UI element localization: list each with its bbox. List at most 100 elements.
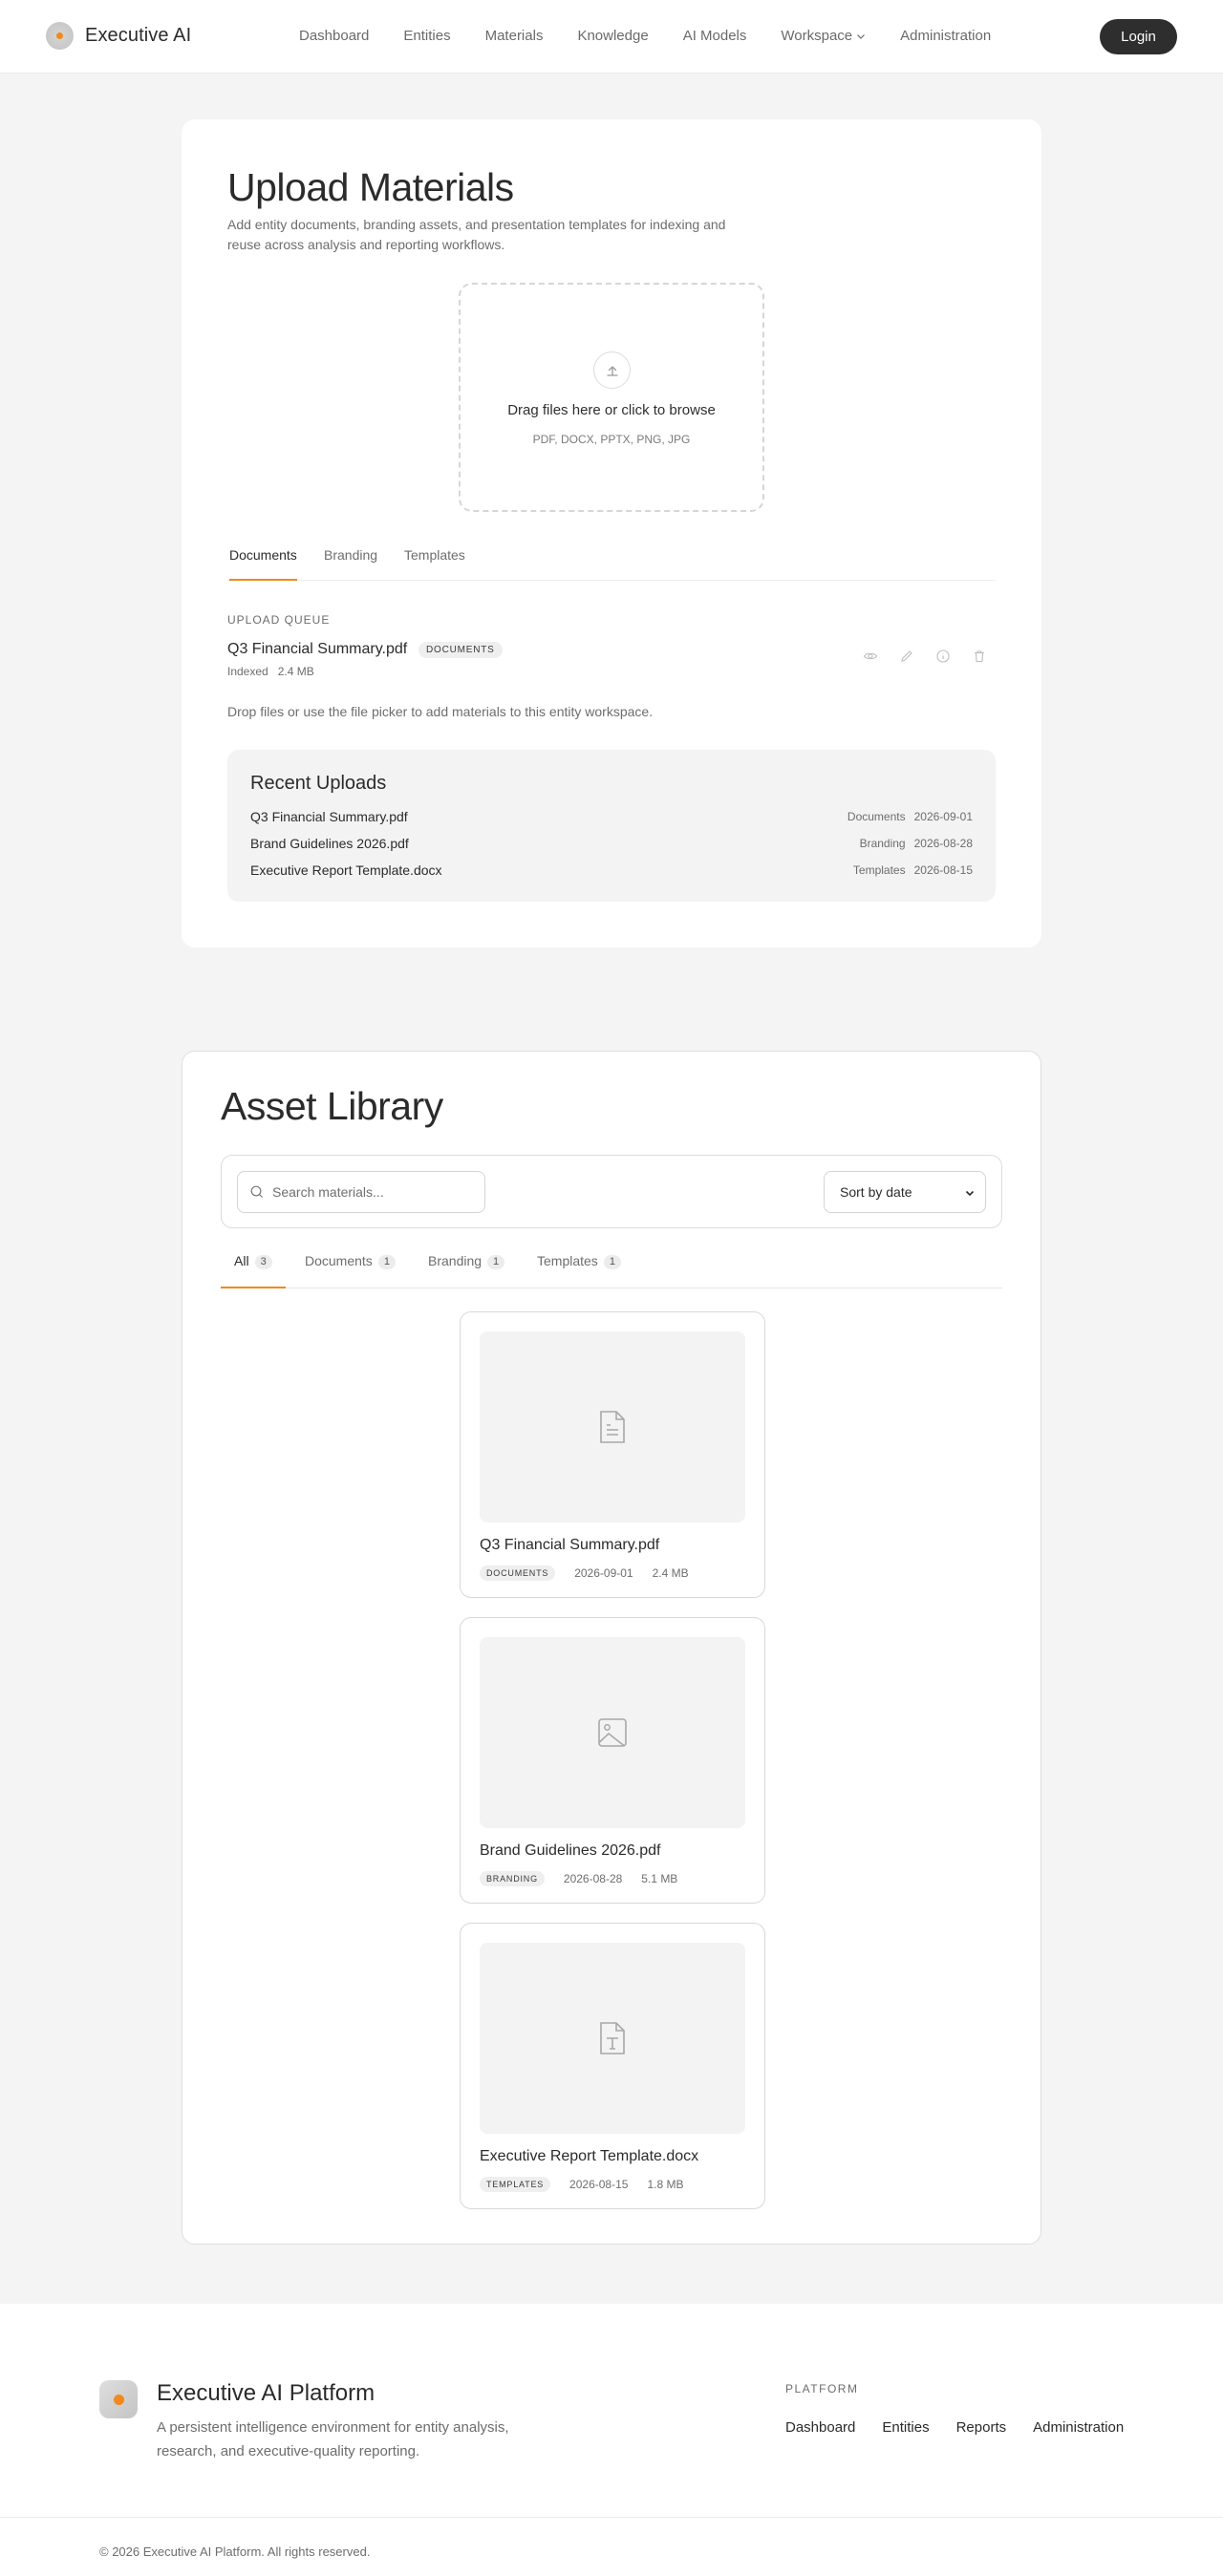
recent-upload-category: Templates [852,863,906,877]
recent-upload-name: Executive Report Template.docx [250,862,442,878]
recent-upload-date: 2026-09-01 [913,810,973,823]
tab-branding[interactable]: Branding 1 [428,1249,505,1288]
footer-link-dashboard[interactable]: Dashboard [785,2419,855,2436]
recent-uploads-title: Recent Uploads [250,773,387,794]
recent-upload-category: Documents [847,810,906,823]
tab-templates[interactable]: Templates [404,543,465,581]
footer-link-entities[interactable]: Entities [882,2419,929,2436]
tab-templates[interactable]: Templates 1 [537,1249,621,1288]
recent-upload-meta: Branding 2026-08-28 [860,837,973,850]
recent-upload-date: 2026-08-15 [913,863,973,877]
nav-materials[interactable]: Materials [485,28,544,44]
asset-date: 2026-08-15 [569,2178,629,2191]
recent-upload-meta: Documents 2026-09-01 [848,810,973,823]
upload-note: Drop files or use the file picker to add… [227,704,654,719]
queue-item-actions [862,648,1007,665]
asset-name: Executive Report Template.docx [480,2148,699,2164]
document-icon [600,1411,625,1443]
tab-count: 1 [487,1255,505,1269]
footer-title: Executive AI Platform [157,2380,375,2406]
recent-upload-name: Q3 Financial Summary.pdf [250,809,408,824]
page-subtitle: Add entity documents, branding assets, a… [227,217,726,252]
footer-logo-icon [99,2380,138,2418]
asset-date: 2026-09-01 [574,1566,633,1580]
trash-icon[interactable] [971,648,988,665]
search-icon [250,1185,263,1198]
sort-select[interactable]: Sort by date [824,1171,986,1213]
queue-item-name: Q3 Financial Summary.pdf [227,641,408,657]
queue-item-badge: DOCUMENTS [418,642,503,658]
asset-size: 5.1 MB [641,1872,678,1885]
nav-workspace-label: Workspace [781,28,853,44]
search-input[interactable] [272,1184,483,1200]
top-navigation-bar: Executive AI Dashboard Entities Material… [0,0,1223,74]
sort-select-value: Sort by date [840,1184,912,1200]
pencil-icon[interactable] [898,648,915,665]
asset-card[interactable]: Q3 Financial Summary.pdf DOCUMENTS 2026-… [460,1311,765,1598]
tab-documents[interactable]: Documents [229,543,297,581]
tab-label: Templates [537,1253,598,1268]
recent-upload-name: Brand Guidelines 2026.pdf [250,836,409,851]
asset-badge: DOCUMENTS [480,1565,556,1581]
asset-meta: BRANDING 2026-08-28 5.1 MB [480,1871,677,1886]
asset-library-title: Asset Library [221,1084,443,1128]
tab-count: 1 [377,1255,396,1269]
file-dropzone[interactable]: Drag files here or click to browse PDF, … [459,283,764,512]
tab-label: All [234,1253,249,1268]
info-icon[interactable] [934,648,952,665]
dropzone-title: Drag files here or click to browse [507,402,716,418]
template-icon [600,2022,625,2054]
nav-entities[interactable]: Entities [403,28,450,44]
nav-workspace[interactable]: Workspace [781,28,866,44]
footer-copyright: © 2026 Executive AI Platform. All rights… [99,2544,371,2559]
recent-upload-date: 2026-08-28 [913,837,973,850]
upload-icon [593,351,631,389]
asset-name: Brand Guidelines 2026.pdf [480,1842,661,1859]
tab-label: Documents [305,1253,373,1268]
search-field[interactable] [237,1171,485,1213]
footer-description: A persistent intelligence environment fo… [157,2419,509,2459]
tab-all[interactable]: All 3 [221,1249,286,1288]
asset-card[interactable]: Executive Report Template.docx TEMPLATES… [460,1923,765,2209]
queue-item-meta: Indexed 2.4 MB [227,665,314,678]
brand[interactable]: Executive AI [46,22,191,50]
chevron-down-icon [965,1190,975,1197]
asset-size: 2.4 MB [652,1566,689,1580]
login-button[interactable]: Login [1100,19,1177,54]
asset-meta: DOCUMENTS 2026-09-01 2.4 MB [480,1565,689,1581]
tab-branding[interactable]: Branding [324,543,377,581]
asset-meta: TEMPLATES 2026-08-15 1.8 MB [480,2177,683,2192]
footer-link-reports[interactable]: Reports [956,2419,1007,2436]
recent-upload-row[interactable]: Executive Report Template.docx Templates… [250,862,973,882]
upload-queue-label: UPLOAD QUEUE [227,613,331,627]
queue-item-status: Indexed [227,665,268,678]
image-icon [598,1718,627,1747]
asset-badge: TEMPLATES [480,2177,551,2192]
upload-category-tabs: Documents Branding Templates [227,543,996,581]
nav-dashboard[interactable]: Dashboard [299,28,369,44]
recent-upload-row[interactable]: Brand Guidelines 2026.pdf Branding 2026-0… [250,836,973,855]
page-title: Upload Materials [227,165,514,209]
queue-item-size: 2.4 MB [277,665,314,678]
nav-ai-models[interactable]: AI Models [683,28,747,44]
library-filter-tabs: All 3 Documents 1 Branding 1 Templates 1 [221,1249,1002,1288]
asset-badge: BRANDING [480,1871,545,1886]
nav-administration[interactable]: Administration [900,28,991,44]
recent-upload-category: Branding [859,837,906,850]
asset-date: 2026-08-28 [563,1872,623,1885]
dropzone-hint: PDF, DOCX, PPTX, PNG, JPG [532,433,691,446]
asset-name: Q3 Financial Summary.pdf [480,1537,660,1553]
tab-documents[interactable]: Documents 1 [305,1249,396,1288]
footer-link-administration[interactable]: Administration [1033,2419,1124,2436]
asset-thumbnail [480,1331,745,1522]
tab-count: 1 [603,1255,621,1269]
footer-divider [0,2517,1223,2518]
asset-thumbnail [480,1637,745,1828]
site-footer: Executive AI Platform A persistent intel… [0,2304,1223,2576]
recent-uploads-panel: Recent Uploads Q3 Financial Summary.pdf … [227,750,996,902]
nav-knowledge[interactable]: Knowledge [577,28,648,44]
recent-upload-row[interactable]: Q3 Financial Summary.pdf Documents 2026-0… [250,809,973,828]
asset-card[interactable]: Brand Guidelines 2026.pdf BRANDING 2026-… [460,1617,765,1904]
main-nav: Dashboard Entities Materials Knowledge A… [299,28,1025,44]
eye-icon[interactable] [862,648,879,665]
